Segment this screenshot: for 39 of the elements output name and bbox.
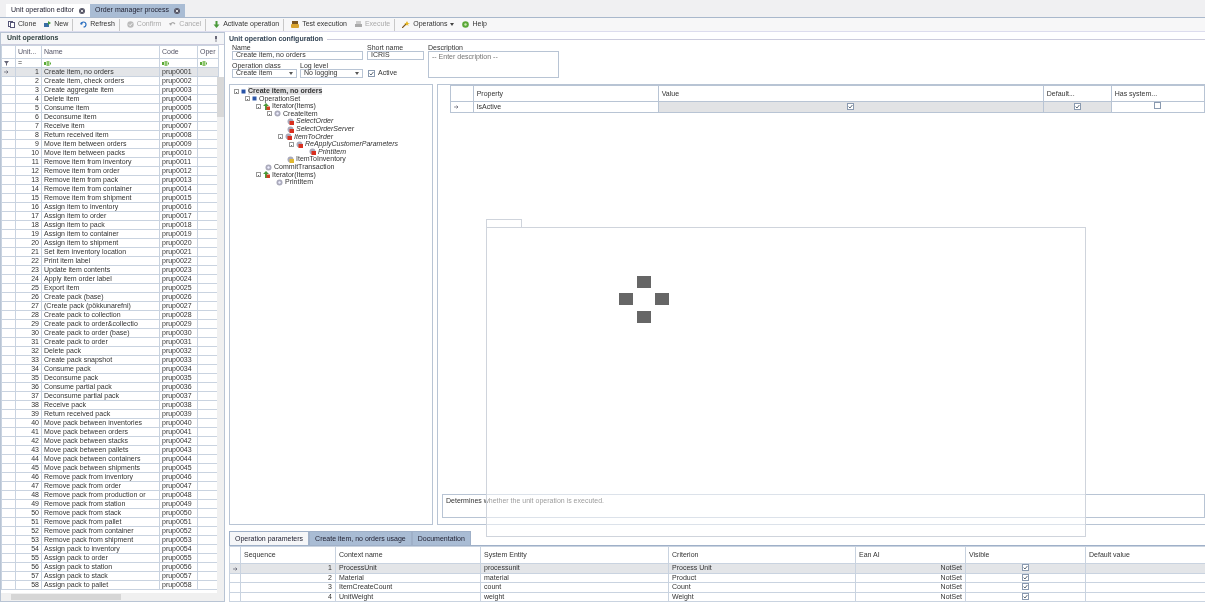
gear-icon xyxy=(274,110,281,118)
toolbox-icon xyxy=(291,21,300,28)
check-icon xyxy=(126,21,134,28)
checkbox[interactable] xyxy=(1022,583,1029,591)
caret-icon xyxy=(355,72,359,75)
row-pointer-icon xyxy=(233,566,238,571)
filter-condition-icon xyxy=(200,60,207,66)
caret-icon xyxy=(450,23,455,26)
checkbox[interactable] xyxy=(1022,592,1029,600)
checkbox[interactable] xyxy=(1073,102,1081,110)
undo-icon xyxy=(169,21,177,28)
row-pointer-icon xyxy=(4,70,9,75)
close-icon[interactable] xyxy=(79,7,86,14)
horizontal-scrollbar[interactable] xyxy=(1,593,224,601)
filter-icon xyxy=(4,60,9,66)
filter-condition-icon xyxy=(162,60,169,66)
loop-icon xyxy=(263,102,270,110)
vertical-scrollbar[interactable] xyxy=(217,77,224,593)
printer-icon xyxy=(354,21,362,28)
expander-icon[interactable] xyxy=(256,172,261,178)
pin-icon[interactable] xyxy=(214,35,218,42)
checkbox[interactable] xyxy=(847,102,855,110)
gear-icon xyxy=(296,140,303,148)
active-checkbox[interactable] xyxy=(368,70,375,77)
down-arrow-icon xyxy=(213,21,221,28)
gear-icon xyxy=(309,148,316,156)
copy-icon xyxy=(8,21,15,28)
wand-icon xyxy=(402,21,411,28)
loop-icon xyxy=(263,171,270,179)
gear-icon xyxy=(287,156,294,163)
refresh-icon xyxy=(80,21,88,28)
checkbox[interactable] xyxy=(1022,564,1029,572)
help-icon xyxy=(462,21,470,28)
close-icon[interactable] xyxy=(173,7,180,14)
new-icon xyxy=(44,21,52,28)
checkbox[interactable] xyxy=(1022,573,1029,581)
filter-condition-icon xyxy=(44,60,51,66)
checkbox[interactable] xyxy=(1154,102,1162,110)
caret-icon xyxy=(289,72,293,75)
